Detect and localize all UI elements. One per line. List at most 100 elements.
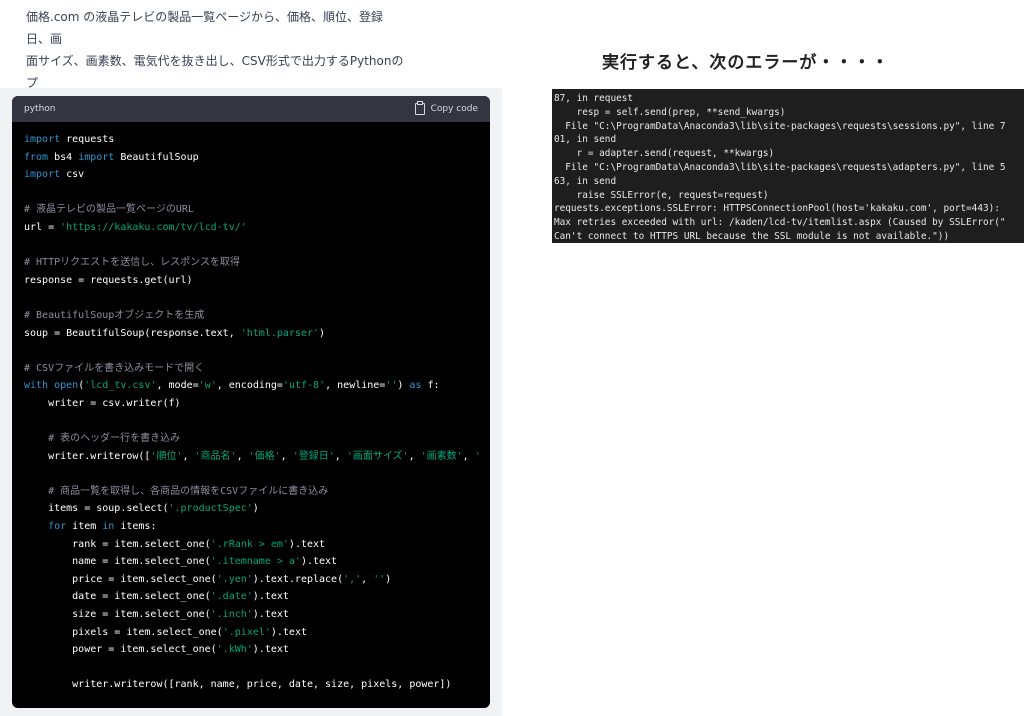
code-text: BeautifulSoup: [114, 151, 199, 163]
code-line: # BeautifulSoupオブジェクトを生成: [24, 307, 478, 325]
code-block: python Copy code import requests from bs4…: [12, 96, 490, 708]
code-line: import requests: [24, 131, 478, 149]
code-language-label: python: [24, 104, 56, 114]
code-text: items = soup.select(: [24, 503, 169, 515]
code-block-header: python Copy code: [12, 96, 490, 122]
code-string: 'https://kakaku.com/tv/lcd-tv/': [60, 221, 247, 233]
code-text: ): [319, 327, 326, 339]
code-string: 'utf-8': [282, 380, 326, 392]
code-text: bs4: [48, 151, 79, 163]
code-string: 'w': [198, 380, 217, 392]
code-keyword: from: [24, 151, 49, 163]
error-traceback: 87, in request resp = self.send(prep, **…: [552, 89, 1024, 243]
code-line: power = item.select_one('.kWh').text: [24, 641, 478, 659]
code-text: csv: [60, 169, 85, 181]
code-text: writer = csv.writer(f): [24, 397, 181, 409]
code-text: ,: [334, 450, 347, 462]
code-line: writer = csv.writer(f): [24, 395, 478, 413]
code-text: , mode=: [156, 380, 199, 392]
code-line: # 表のヘッダー行を書き込み: [24, 430, 478, 448]
code-text: ,: [236, 450, 249, 462]
code-string: '価格': [248, 450, 281, 462]
code-text: pixels = item.select_one(: [24, 626, 223, 638]
code-keyword: open: [54, 380, 79, 392]
code-line: response = requests.get(url): [24, 272, 478, 290]
code-line: # 液晶テレビの製品一覧ページのURL: [24, 201, 478, 219]
code-string: '': [373, 573, 386, 585]
code-string: '.yen': [216, 573, 253, 585]
code-text: ,: [182, 450, 195, 462]
code-string: 'lcd_tv.csv': [84, 380, 157, 392]
code-text: writer.writerow([: [24, 450, 151, 462]
code-body: import requests from bs4 import Beautiful…: [12, 122, 490, 694]
code-text: ,: [408, 450, 421, 462]
code-text: url =: [24, 221, 61, 233]
code-string: '.productSpec': [168, 503, 253, 515]
code-text: ,: [361, 573, 374, 585]
code-comment: # CSVファイルを書き込みモードで開く: [24, 362, 205, 374]
code-comment: # HTTPリクエストを送信し、レスポンスを取得: [24, 257, 240, 269]
code-string: '.rRank > em': [210, 538, 289, 550]
code-line: url = 'https://kakaku.com/tv/lcd-tv/': [24, 219, 478, 237]
code-keyword: in: [102, 521, 115, 533]
code-line: name = item.select_one('.itemname > a').…: [24, 553, 478, 571]
code-string: ',': [343, 573, 362, 585]
code-text: rank = item.select_one(: [24, 538, 211, 550]
copy-code-button[interactable]: Copy code: [414, 101, 478, 115]
code-text: power = item.select_one(: [24, 644, 217, 656]
code-text: ): [385, 573, 392, 585]
code-text: ).text: [300, 556, 338, 568]
code-text: ): [252, 503, 259, 515]
code-line: for item in items:: [24, 518, 478, 536]
code-string: '': [385, 380, 398, 392]
code-text: , newline=: [325, 380, 386, 392]
code-comment: # 液晶テレビの製品一覧ページのURL: [24, 204, 194, 216]
code-text: ,: [280, 450, 293, 462]
code-text: , encoding=: [216, 380, 283, 392]
code-comment: # 表のヘッダー行を書き込み: [48, 433, 181, 445]
code-keyword: import: [24, 169, 61, 181]
code-text: response = requests.get(url): [24, 274, 193, 286]
code-string: 'html.parser': [240, 327, 320, 339]
code-line: pixels = item.select_one('.pixel').text: [24, 624, 478, 642]
code-line: with open('lcd_tv.csv', mode='w', encodi…: [24, 377, 478, 395]
code-comment: # BeautifulSoupオブジェクトを生成: [24, 309, 205, 321]
code-line: # 商品一覧を取得し、各商品の情報をCSVファイルに書き込み: [24, 483, 478, 501]
code-keyword: for: [48, 521, 67, 533]
code-string: '.pixel': [222, 626, 271, 638]
code-line: # CSVファイルを書き込みモードで開く: [24, 360, 478, 378]
code-keyword: import: [24, 134, 61, 145]
code-text: item: [66, 521, 103, 533]
code-text: ,: [462, 450, 475, 462]
code-line: size = item.select_one('.inch').text: [24, 606, 478, 624]
clipboard-icon: [414, 101, 425, 115]
code-line: items = soup.select('.productSpec'): [24, 500, 478, 518]
code-string: '商品名': [194, 450, 237, 462]
code-text: ).text: [252, 591, 289, 603]
code-text: soup = BeautifulSoup(response.text,: [24, 327, 241, 339]
code-keyword: as: [409, 380, 422, 392]
code-string: '画素数': [420, 450, 463, 462]
code-string: '.date': [210, 591, 253, 603]
code-text: ).text.replace(: [252, 573, 344, 585]
code-string: '.itemname > a': [210, 556, 301, 568]
code-text: ): [397, 380, 410, 392]
code-keyword: with: [24, 380, 49, 392]
code-text: date = item.select_one(: [24, 591, 211, 603]
code-line: writer.writerow([rank, name, price, date…: [24, 676, 478, 694]
code-string: '画面サイズ': [346, 450, 409, 462]
code-string: '.kWh': [216, 644, 253, 656]
code-text: ).text: [270, 626, 307, 638]
code-line: # HTTPリクエストを送信し、レスポンスを取得: [24, 254, 478, 272]
code-line: price = item.select_one('.yen').text.rep…: [24, 571, 478, 589]
copy-code-label: Copy code: [430, 104, 478, 114]
code-string: ': [474, 450, 481, 462]
code-line: writer.writerow(['順位', '商品名', '価格', '登録日…: [24, 448, 481, 466]
code-text: size = item.select_one(: [24, 609, 211, 621]
